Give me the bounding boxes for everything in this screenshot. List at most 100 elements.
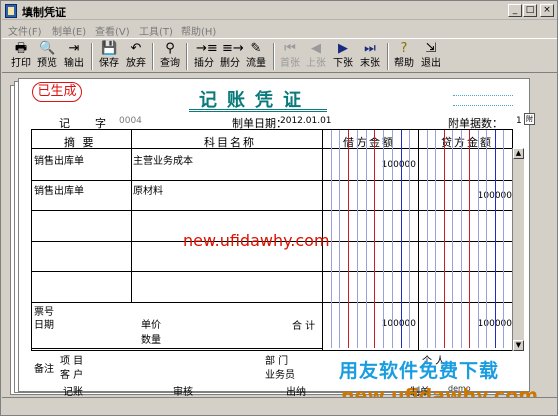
- insert-row-label: 插分: [194, 58, 214, 69]
- toolbar-separator: [186, 43, 188, 70]
- preview-label: 预览: [37, 58, 57, 69]
- menu-voucher[interactable]: 制单(E): [52, 23, 86, 38]
- bookkeeping-label: 记账: [63, 387, 83, 398]
- grid-line: [32, 148, 512, 149]
- print-label: 打印: [11, 58, 31, 69]
- menu-view[interactable]: 查看(V): [95, 23, 130, 38]
- undo-icon: ↶: [130, 41, 142, 56]
- customer-label: 客 户: [60, 370, 84, 381]
- remark-label: 备注: [34, 364, 54, 375]
- title-bar: 填制凭证 _ □ ×: [2, 2, 557, 20]
- amount-column-rule: [444, 130, 445, 348]
- export-label: 输出: [64, 58, 84, 69]
- prev-page-button[interactable]: ◀ 上张: [304, 40, 328, 72]
- help-label: 帮助: [394, 58, 414, 69]
- grid-line: [32, 210, 512, 211]
- insert-row-icon: →≡: [196, 41, 218, 56]
- review-label: 审核: [173, 387, 193, 398]
- delete-row-icon: ≡→: [222, 41, 244, 56]
- save-label: 保存: [99, 58, 119, 69]
- prev-icon: ◀: [311, 41, 321, 56]
- exit-button[interactable]: ⇲ 退出: [419, 40, 443, 72]
- grid-scrollbar[interactable]: ▲ ▼: [512, 148, 524, 351]
- insert-row-button[interactable]: →≡ 插分: [192, 40, 218, 72]
- status-bar: [2, 397, 557, 415]
- printer-icon: 🖶: [14, 41, 28, 56]
- row2-account[interactable]: 原材料: [133, 182, 163, 197]
- ticket-date-label: 日期: [34, 320, 54, 331]
- close-button[interactable]: ×: [540, 4, 554, 17]
- minimize-button[interactable]: _: [508, 4, 522, 17]
- next-label: 下张: [333, 58, 353, 69]
- amount-column-rule: [495, 130, 496, 348]
- pencil-icon: ✎: [250, 41, 262, 56]
- maximize-button[interactable]: □: [523, 4, 537, 17]
- amount-column-rule: [401, 130, 402, 348]
- menu-help[interactable]: 帮助(H): [181, 23, 216, 38]
- amount-column-rule: [366, 130, 367, 348]
- delete-row-button[interactable]: ≡→ 删分: [218, 40, 244, 72]
- unit-price-label: 单价: [141, 320, 161, 331]
- amount-column-rule: [409, 130, 410, 348]
- grid-line: [32, 180, 512, 181]
- total-debit: 100000: [381, 319, 416, 329]
- app-icon: [5, 4, 17, 18]
- row2-summary[interactable]: 销售出库单: [34, 182, 84, 197]
- window-title: 填制凭证: [22, 6, 66, 19]
- watermark-brand: 用友软件免费下载: [339, 360, 500, 382]
- cashflow-label: 流量: [246, 58, 266, 69]
- amount-column-rule: [503, 130, 504, 348]
- amount-column-rule: [427, 130, 428, 348]
- export-button[interactable]: ⇥ 输出: [62, 40, 86, 72]
- grid-line: [418, 130, 419, 350]
- amount-column-rule: [374, 130, 375, 348]
- amount-column-rule: [357, 130, 358, 348]
- query-button[interactable]: ⚲ 查询: [158, 40, 182, 72]
- amount-column-rule: [478, 130, 479, 348]
- export-icon: ⇥: [68, 41, 80, 56]
- last-page-button[interactable]: ⏭ 末张: [358, 40, 382, 72]
- voucher-number[interactable]: 0004: [119, 116, 142, 126]
- first-page-button[interactable]: ⏮ 首张: [278, 40, 302, 72]
- scroll-down-arrow-icon[interactable]: ▼: [513, 340, 524, 351]
- menu-bar: 文件(F) 制单(E) 查看(V) 工具(T) 帮助(H): [2, 21, 557, 38]
- header-account: 科目名称: [204, 136, 256, 149]
- amount-column-rule: [392, 130, 393, 348]
- row1-account[interactable]: 主营业务成本: [133, 152, 193, 167]
- next-page-button[interactable]: ▶ 下张: [331, 40, 355, 72]
- last-icon: ⏭: [364, 41, 376, 56]
- preview-button[interactable]: 🔍 预览: [35, 40, 59, 72]
- amount-column-rule: [339, 130, 340, 348]
- title-underline: [189, 109, 327, 112]
- discard-label: 放弃: [126, 58, 146, 69]
- quantity-label: 数量: [141, 335, 161, 346]
- scroll-up-arrow-icon[interactable]: ▲: [513, 148, 524, 159]
- print-button[interactable]: 🖶 打印: [9, 40, 33, 72]
- cashier-label: 出纳: [286, 387, 306, 398]
- row1-debit[interactable]: 100000: [352, 160, 416, 170]
- help-icon: ?: [400, 41, 408, 56]
- attachment-icon[interactable]: 附: [524, 113, 535, 125]
- first-label: 首张: [280, 58, 300, 69]
- menu-file[interactable]: 文件(F): [8, 23, 42, 38]
- menu-tools[interactable]: 工具(T): [139, 23, 173, 38]
- magnifier-icon: 🔍: [39, 41, 56, 56]
- amount-column-rule: [348, 130, 349, 348]
- next-icon: ▶: [338, 41, 348, 56]
- help-button[interactable]: ? 帮助: [392, 40, 416, 72]
- amount-column-rule: [461, 130, 462, 348]
- grid-line: [32, 302, 512, 303]
- department-label: 部 门: [265, 356, 289, 367]
- generated-stamp: 已生成: [32, 82, 82, 102]
- row1-summary[interactable]: 销售出库单: [34, 152, 84, 167]
- save-button[interactable]: 💾 保存: [97, 40, 121, 72]
- toolbar-separator: [152, 43, 154, 70]
- date-field[interactable]: 2012.01.01: [280, 116, 332, 126]
- attachment-count[interactable]: 1: [516, 116, 522, 126]
- toolbar-separator: [91, 43, 93, 70]
- discard-button[interactable]: ↶ 放弃: [124, 40, 148, 72]
- delete-row-label: 删分: [220, 58, 240, 69]
- grid-line: [131, 130, 132, 302]
- grid-line: [32, 271, 512, 272]
- cashflow-button[interactable]: ✎ 流量: [244, 40, 268, 72]
